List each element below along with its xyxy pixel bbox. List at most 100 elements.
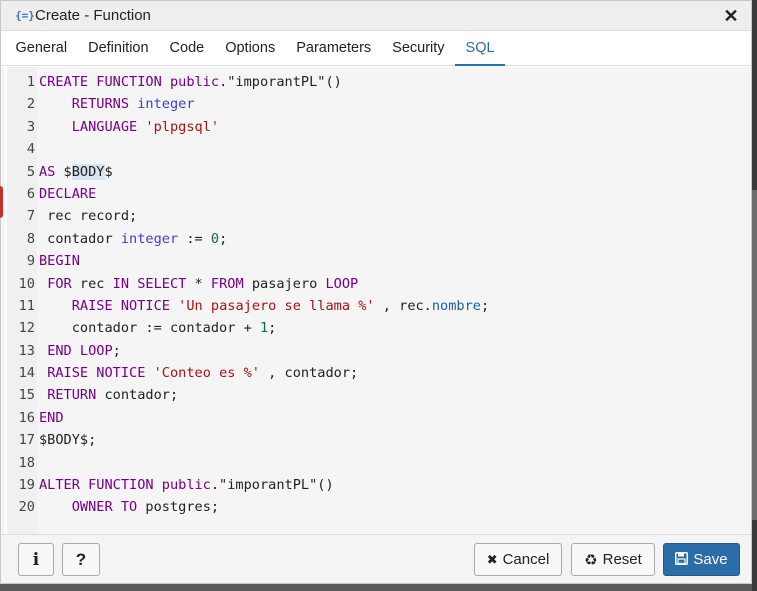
code-text[interactable]: RETURNS integer [33,93,195,115]
code-token: pasajero [243,275,326,292]
code-token: AS [39,163,56,180]
code-token: 'plpgsql' [145,118,220,135]
reset-button[interactable]: ♻ Reset [571,543,655,576]
code-text[interactable]: END [33,407,64,429]
code-token: 'Conteo es %' [153,365,260,382]
line-number: 15 [18,387,35,404]
code-token: rec record; [39,208,138,225]
code-line[interactable]: 9 BEGIN [1,250,741,272]
code-token: nombre [431,297,481,314]
save-button[interactable]: Save [663,543,740,576]
line-number: 17 [18,432,35,449]
code-text[interactable]: BEGIN [33,250,80,272]
code-line[interactable]: 2 RETURNS integer [1,93,741,115]
background-scrollbar-thumb[interactable] [752,190,757,520]
save-label: Save [693,551,728,568]
code-text[interactable]: RETURN contador; [33,384,178,406]
code-line[interactable]: 6 DECLARE [1,183,741,205]
code-token: integer [137,96,195,113]
dialog-footer: i ? ✖ Cancel ♻ Reset Save [1,535,751,583]
tab-code[interactable]: Code [159,40,215,66]
code-token: := [178,230,211,247]
line-number: 3 [26,118,35,135]
code-text[interactable]: FOR rec IN SELECT * FROM pasajero LOOP [33,273,358,295]
line-number: 6 [26,185,35,202]
code-text[interactable] [33,138,39,160]
code-token: ; [480,297,490,314]
tab-sql[interactable]: SQL [455,40,506,66]
code-token: ."imporantPL"() [219,74,342,90]
code-text[interactable]: AS $BODY$ [33,161,113,183]
code-token: rec [71,275,113,292]
code-line[interactable]: 16 END [1,407,741,429]
code-text[interactable] [33,452,39,474]
code-token: $ [55,163,72,180]
recycle-icon: ♻ [584,551,598,569]
tab-definition[interactable]: Definition [78,40,159,66]
code-text[interactable]: contador integer := 0; [33,228,227,250]
tab-bar: General Definition Code Options Paramete… [1,31,751,66]
close-icon: ✖ [486,551,498,567]
code-text[interactable]: RAISE NOTICE 'Conteo es %' , contador; [33,362,358,384]
code-line[interactable]: 12 contador := contador + 1; [1,317,741,339]
code-token: ; [219,230,228,247]
code-token: , rec. [374,297,432,314]
line-number: 11 [18,297,35,314]
close-icon[interactable]: ✕ [721,6,741,26]
code-token: contador; [96,387,179,404]
code-text[interactable]: contador := contador + 1; [33,317,277,339]
tab-parameters[interactable]: Parameters [286,40,382,66]
cancel-button[interactable]: ✖ Cancel [474,543,562,576]
code-text[interactable]: $BODY$; [33,429,96,451]
dialog-titlebar[interactable]: {=} Create - Function ✕ [1,1,751,31]
dialog-title: Create - Function [35,7,151,24]
code-token: BEGIN [39,253,80,270]
code-line[interactable]: 7 rec record; [1,205,741,227]
code-text[interactable]: rec record; [33,205,137,227]
code-line[interactable]: 8 contador integer := 0; [1,228,741,250]
code-line[interactable]: 4 [1,138,741,160]
code-token: ."imporantPL"() [210,477,334,494]
line-number: 20 [18,499,35,516]
code-line[interactable]: 15 RETURN contador; [1,384,741,406]
code-text[interactable]: ALTER FUNCTION public."imporantPL"() [33,474,334,496]
code-line[interactable]: 5 AS $BODY$ [1,161,741,183]
code-token: ALTER FUNCTION public [39,477,211,494]
code-line[interactable]: 3 LANGUAGE 'plpgsql' [1,116,741,138]
code-text[interactable]: LANGUAGE 'plpgsql' [33,116,219,138]
floppy-disk-icon [675,551,689,568]
line-number: 10 [18,275,35,292]
code-line[interactable]: 20 OWNER TO postgres; [1,496,741,518]
code-token: FOR [47,275,72,292]
code-line[interactable]: 1 CREATE FUNCTION public."imporantPL"() [1,71,741,93]
tab-general[interactable]: General [5,40,78,66]
help-button[interactable]: ? [62,543,100,576]
tab-security[interactable]: Security [382,40,455,66]
code-line[interactable]: 17 $BODY$; [1,429,741,451]
info-button[interactable]: i [18,543,54,576]
code-token: END [39,409,64,426]
code-line[interactable]: 14 RAISE NOTICE 'Conteo es %' , contador… [1,362,741,384]
cancel-label: Cancel [502,551,550,568]
sql-code-editor[interactable]: 1 CREATE FUNCTION public."imporantPL"() 2 … [1,67,751,535]
code-token: IN SELECT [112,275,187,292]
code-token: RETURNS [71,96,130,113]
code-text[interactable]: CREATE FUNCTION public."imporantPL"() [33,71,342,93]
line-number: 9 [26,253,35,270]
code-line[interactable]: 11 RAISE NOTICE 'Un pasajero se llama %'… [1,295,741,317]
line-number: 18 [18,454,35,471]
code-line[interactable]: 13 END LOOP; [1,340,741,362]
code-line[interactable]: 10 FOR rec IN SELECT * FROM pasajero LOO… [1,273,741,295]
line-number: 14 [18,365,35,382]
code-text[interactable]: RAISE NOTICE 'Un pasajero se llama %' , … [33,295,489,317]
code-text[interactable]: OWNER TO postgres; [33,496,219,518]
code-text[interactable]: END LOOP; [33,340,121,362]
code-line[interactable]: 19 ALTER FUNCTION public."imporantPL"() [1,474,741,496]
sql-code-area[interactable]: 1 CREATE FUNCTION public."imporantPL"() 2 … [1,71,741,519]
tab-options[interactable]: Options [215,40,286,66]
code-line[interactable]: 18 [1,452,741,474]
code-token: * [186,275,211,292]
code-text[interactable]: DECLARE [33,183,96,205]
code-token: CREATE FUNCTION public [39,74,220,90]
